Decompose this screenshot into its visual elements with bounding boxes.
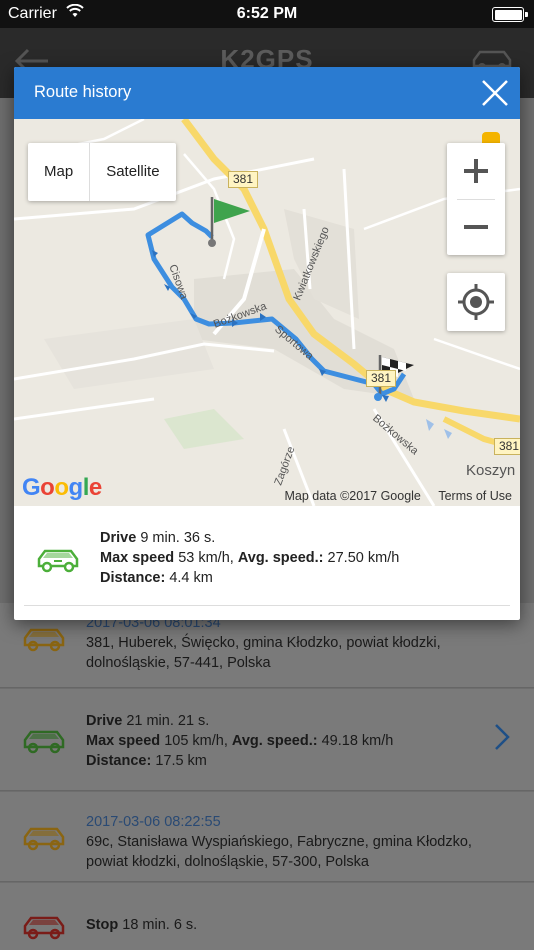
town-label: Koszyn	[466, 462, 516, 479]
event-date: 2017-03-06 08:22:55	[86, 814, 221, 830]
stop-value: 18 min. 6 s.	[122, 917, 198, 933]
event-address: 381, Huberek, Święcko, gmina Kłodzko, po…	[86, 635, 441, 671]
map-type-satellite-button[interactable]: Satellite	[89, 143, 175, 201]
divider	[24, 605, 510, 606]
drive-value: 9 min. 36 s.	[140, 530, 216, 546]
map-credits: Map data ©2017 Google Terms of Use	[270, 489, 512, 503]
map-type-map-button[interactable]: Map	[28, 143, 89, 201]
route-map[interactable]: 381 381 381 Kwiatkowskiego Bożkowska Boż…	[14, 119, 520, 506]
distance-value: 4.4 km	[169, 570, 213, 586]
car-icon	[36, 546, 80, 579]
stop-label: Stop	[86, 917, 119, 933]
close-icon[interactable]	[480, 78, 510, 108]
modal-header: Route history	[14, 67, 520, 119]
status-bar: Carrier 6:52 PM	[0, 0, 534, 28]
list-item[interactable]: 2017-03-06 08:22:55 69c, Stanisława Wysp…	[0, 792, 534, 882]
modal-title: Route history	[34, 83, 132, 101]
zoom-control	[447, 143, 505, 255]
route-history-modal: Route history 381 381 381 Kwiatkowskiego…	[14, 67, 520, 620]
chevron-right-icon[interactable]	[494, 723, 510, 756]
locate-icon[interactable]	[447, 273, 505, 331]
avg-speed-value: 49.18 km/h	[321, 733, 394, 749]
google-logo: Google	[22, 474, 102, 501]
battery-icon	[492, 7, 528, 22]
road-number-label: 381	[228, 171, 259, 188]
avg-speed-label: Avg. speed.:	[237, 550, 324, 566]
max-speed-value: 53 km/h,	[178, 550, 234, 566]
drive-label: Drive	[86, 713, 123, 729]
start-flag-icon	[208, 197, 250, 247]
terms-of-use-link[interactable]: Terms of Use	[438, 489, 512, 503]
list-item[interactable]: Stop 18 min. 6 s.	[0, 883, 534, 950]
drive-label: Drive	[100, 530, 137, 546]
distance-label: Distance:	[100, 570, 166, 586]
road-number-label: 381	[494, 438, 520, 455]
clock: 6:52 PM	[236, 5, 298, 22]
list-item[interactable]: Drive 21 min. 21 s. Max speed 105 km/h, …	[0, 689, 534, 791]
car-icon	[22, 824, 66, 857]
road-number-label: 381	[366, 370, 397, 387]
map-type-switch: Map Satellite	[28, 143, 176, 201]
event-address: 69c, Stanisława Wyspiańskiego, Fabryczne…	[86, 834, 472, 870]
route-summary: Drive 9 min. 36 s. Max speed 53 km/h, Av…	[14, 506, 520, 606]
max-speed-label: Max speed	[86, 733, 161, 749]
car-icon	[22, 625, 66, 658]
zoom-out-icon[interactable]	[447, 199, 505, 255]
zoom-in-icon[interactable]	[447, 143, 505, 199]
map-data-credit: Map data ©2017 Google	[284, 489, 421, 503]
car-icon	[22, 913, 66, 946]
avg-speed-value: 27.50 km/h	[327, 550, 400, 566]
avg-speed-label: Avg. speed.:	[231, 733, 318, 749]
drive-value: 21 min. 21 s.	[126, 713, 210, 729]
max-speed-label: Max speed	[100, 550, 175, 566]
distance-label: Distance:	[86, 753, 152, 769]
car-icon	[22, 727, 66, 760]
distance-value: 17.5 km	[155, 753, 207, 769]
max-speed-value: 105 km/h,	[164, 733, 228, 749]
